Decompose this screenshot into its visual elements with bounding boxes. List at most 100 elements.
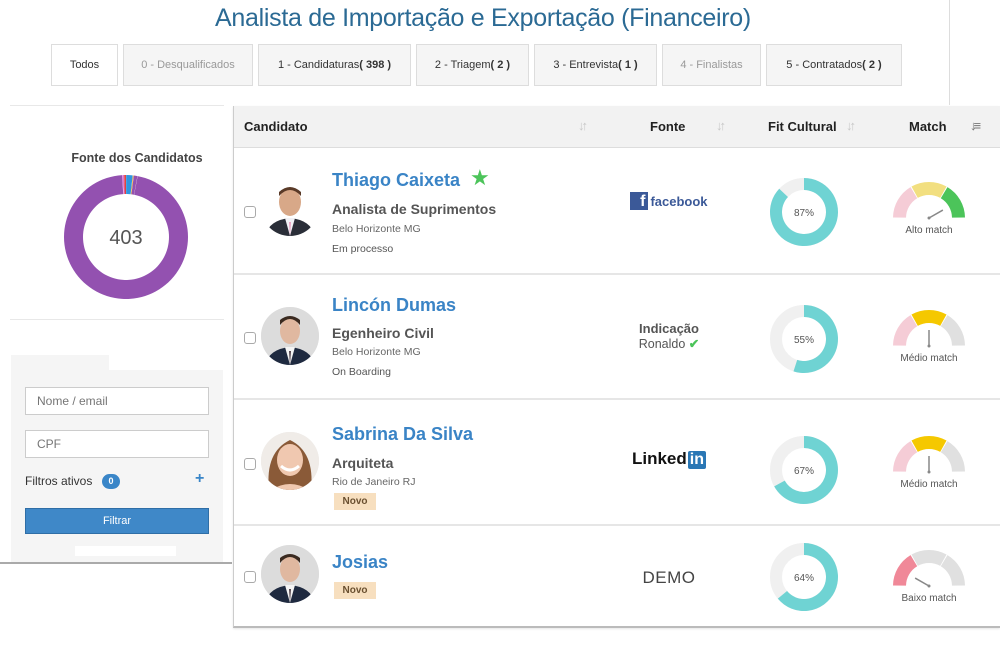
active-filters-count: 0 — [102, 474, 120, 489]
sort-desc-icon[interactable]: ↓≡ — [970, 118, 981, 133]
fit-percent-label: 67% — [794, 466, 814, 477]
candidate-location: Rio de Janeiro RJ — [332, 476, 416, 488]
tab-count: ( 1 ) — [618, 59, 638, 71]
avatar — [261, 545, 319, 603]
divider — [10, 319, 224, 320]
demo-logo: DEMO — [642, 568, 696, 587]
match-gauge: Médio match — [892, 432, 966, 490]
table-row[interactable]: Josias Novo DEMO 64% Baixo match — [234, 526, 1000, 626]
name-email-input[interactable] — [25, 387, 209, 415]
avatar — [261, 178, 319, 236]
facebook-icon: f — [630, 192, 649, 210]
match-gauge: Alto match — [892, 178, 966, 236]
gauge-segment — [911, 310, 947, 326]
row-checkbox[interactable] — [244, 206, 256, 218]
table-row[interactable]: Thiago Caixeta ★ Analista de Suprimentos… — [234, 148, 1000, 275]
column-fonte[interactable]: Fonte — [650, 119, 685, 134]
source-chart-title: Fonte dos Candidatos — [71, 151, 203, 165]
table-row[interactable]: Sabrina Da Silva Arquiteta Rio de Janeir… — [234, 400, 1000, 526]
avatar — [261, 307, 319, 365]
candidate-name[interactable]: Sabrina Da Silva — [332, 424, 473, 445]
source-label: facebook — [650, 193, 708, 209]
tab-candidaturas[interactable]: 1 - Candidaturas ( 398 ) — [258, 44, 411, 86]
avatar — [261, 432, 319, 490]
candidate-name[interactable]: Thiago Caixeta — [332, 170, 460, 191]
tab-finalistas[interactable]: 4 - Finalistas — [662, 44, 761, 86]
tab-triagem[interactable]: 2 - Triagem ( 2 ) — [416, 44, 529, 86]
gauge-segment — [893, 187, 918, 218]
row-checkbox[interactable] — [244, 571, 256, 583]
gauge-needle — [928, 209, 944, 219]
facebook-logo: f facebook — [630, 192, 708, 210]
gauge-segment — [893, 315, 918, 346]
donut-slice[interactable] — [126, 175, 133, 195]
new-badge: Novo — [334, 582, 376, 599]
fit-percent-label: 87% — [794, 208, 814, 219]
tab-entrevista[interactable]: 3 - Entrevista ( 1 ) — [534, 44, 657, 86]
tab-count: ( 2 ) — [490, 59, 511, 71]
divider — [949, 0, 950, 105]
table-header: Candidato ↓↑ Fonte ↓↑ Fit Cultural ↓↑ Ma… — [234, 106, 1000, 148]
row-checkbox[interactable] — [244, 332, 256, 344]
candidate-role: Egenheiro Civil — [332, 325, 434, 341]
cpf-input[interactable] — [25, 430, 209, 458]
tab-todos[interactable]: Todos — [51, 44, 118, 86]
sort-icon[interactable]: ↓↑ — [716, 118, 726, 133]
star-icon[interactable]: ★ — [470, 165, 490, 191]
fit-cultural-ring: 64% — [770, 543, 838, 611]
column-match[interactable]: Match — [909, 119, 947, 134]
match-gauge: Baixo match — [892, 546, 966, 604]
source-facebook: f facebook — [614, 192, 724, 211]
clear-filters-link[interactable] — [75, 546, 176, 556]
tab-contratados[interactable]: 5 - Contratados ( 2 ) — [766, 44, 902, 86]
sort-icon[interactable]: ↓↑ — [846, 118, 856, 133]
active-filters-label: Filtros ativos — [25, 474, 93, 488]
page-title: Analista de Importação e Exportação (Fin… — [215, 4, 751, 32]
sort-icon[interactable]: ↓↑ — [578, 118, 588, 133]
panel-notch — [109, 355, 224, 370]
candidate-role: Arquiteta — [332, 455, 394, 471]
candidate-name[interactable]: Josias — [332, 552, 388, 573]
filter-button[interactable]: Filtrar — [25, 508, 209, 534]
tab-label: 4 - Finalistas — [680, 59, 743, 71]
gauge-hub — [927, 584, 931, 588]
fit-percent-label: 64% — [794, 573, 814, 584]
fit-percent-label: 55% — [794, 335, 814, 346]
candidate-location: Belo Horizonte MG — [332, 223, 421, 235]
gauge-segment — [911, 550, 947, 566]
gauge-segment — [911, 182, 947, 198]
tab-label: 0 - Desqualificados — [141, 59, 235, 71]
match-gauge: Médio match — [892, 306, 966, 364]
stage-tabs: Todos 0 - Desqualificados 1 - Candidatur… — [51, 44, 902, 86]
match-label: Alto match — [905, 225, 953, 236]
gauge-segment — [940, 187, 965, 218]
tab-count: ( 2 ) — [862, 59, 882, 71]
candidate-location: Belo Horizonte MG — [332, 346, 421, 358]
fit-cultural-ring: 87% — [770, 178, 838, 246]
plus-icon[interactable]: + — [195, 470, 204, 488]
linkedin-icon: in — [687, 451, 706, 469]
divider — [0, 562, 232, 564]
tab-count: ( 398 ) — [359, 59, 392, 71]
referrer-name: Ronaldo — [638, 337, 686, 351]
column-candidato[interactable]: Candidato — [244, 119, 308, 134]
source-demo: DEMO — [614, 568, 724, 588]
gauge-segment — [893, 441, 918, 472]
match-gauge-chart — [893, 436, 965, 474]
tab-label: 1 - Candidaturas — [277, 59, 360, 71]
table-row[interactable]: Lincón Dumas Egenheiro Civil Belo Horizo… — [234, 275, 1000, 400]
source-donut-chart: 403 — [63, 175, 189, 299]
row-checkbox[interactable] — [244, 458, 256, 470]
source-referral: Indicação Ronaldo ✔ — [614, 321, 724, 351]
gauge-segment — [940, 315, 965, 346]
source-linkedin: Linked in — [614, 449, 724, 469]
match-label: Baixo match — [901, 593, 957, 604]
match-gauge-chart — [893, 310, 965, 348]
gauge-segment — [940, 441, 965, 472]
fit-cultural-ring: 67% — [770, 436, 838, 504]
gauge-segment — [911, 436, 947, 452]
donut-total: 403 — [109, 227, 142, 249]
candidate-name[interactable]: Lincón Dumas — [332, 295, 456, 316]
tab-desqualificados[interactable]: 0 - Desqualificados — [123, 44, 253, 86]
column-fit-cultural[interactable]: Fit Cultural — [768, 119, 837, 134]
